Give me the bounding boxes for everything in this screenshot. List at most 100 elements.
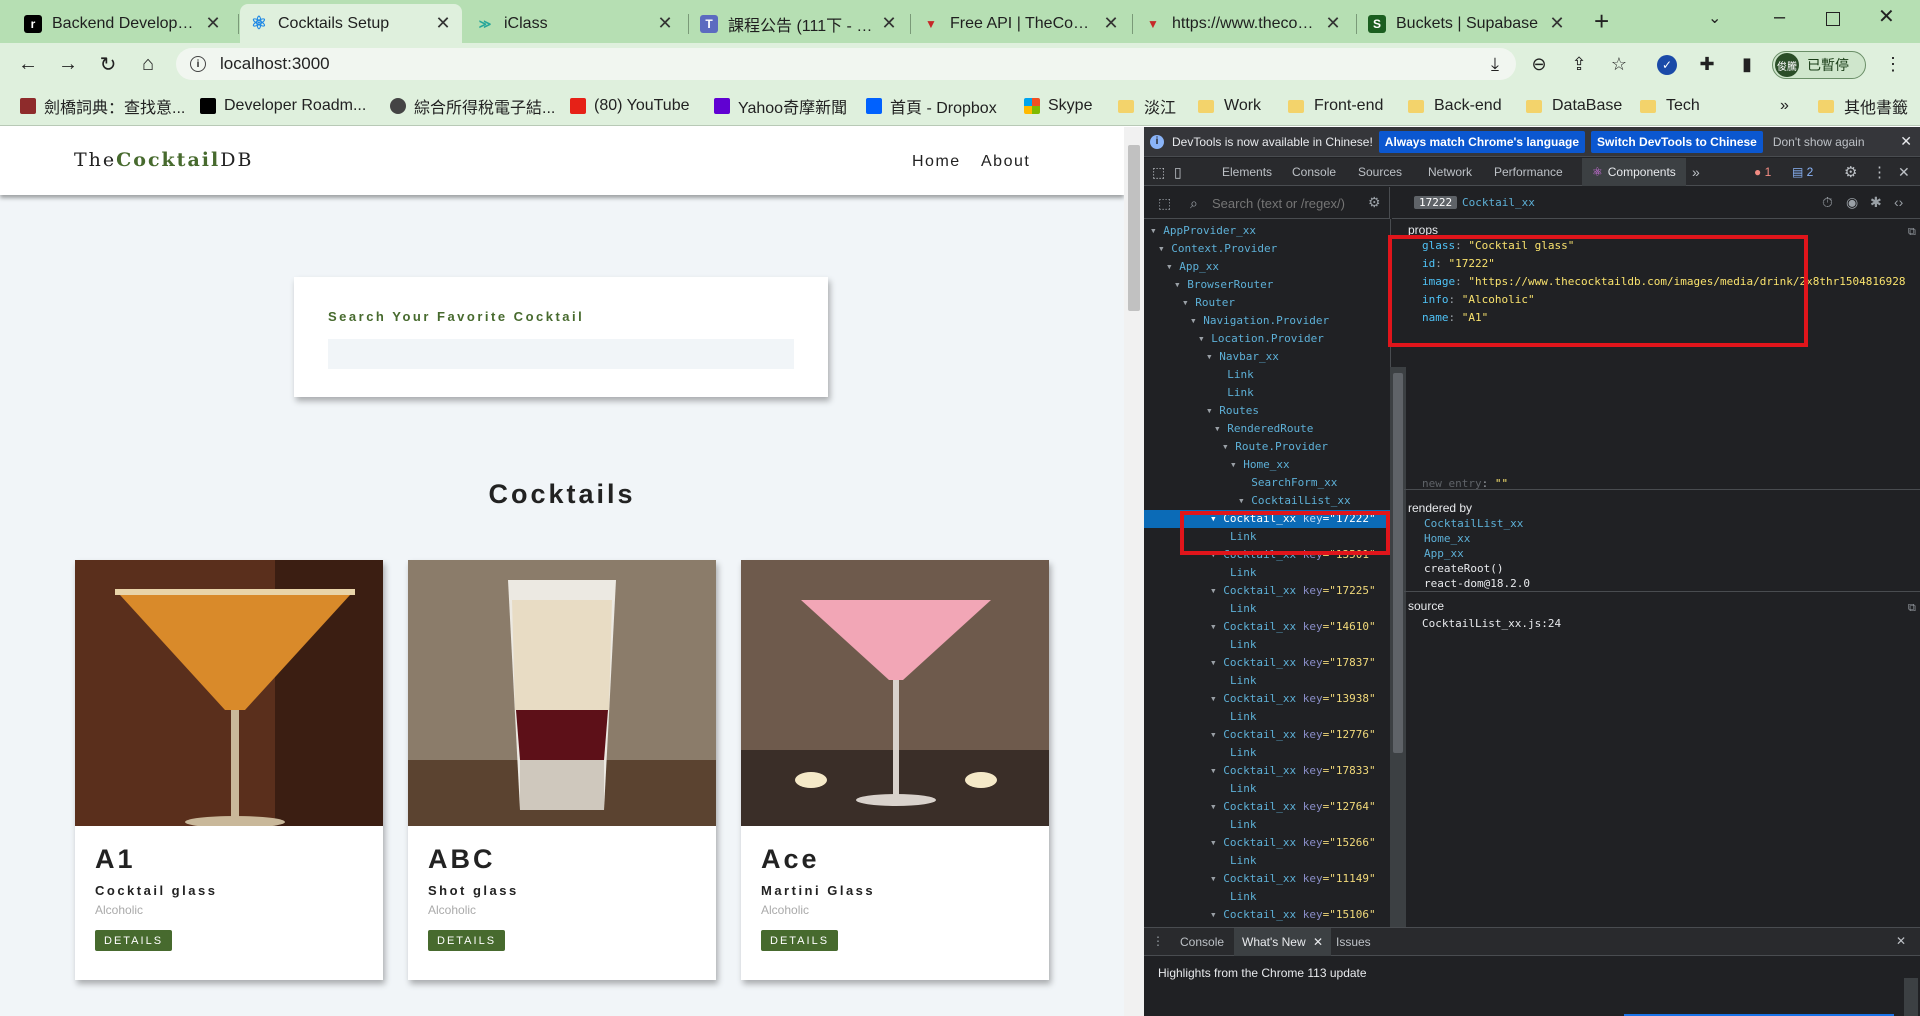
close-tab-icon[interactable]: ✕	[880, 13, 898, 34]
bookmark-item[interactable]: (80) YouTube	[570, 94, 689, 118]
close-tab-icon[interactable]: ✕	[1548, 13, 1566, 34]
other-bookmarks[interactable]: 其他書籤	[1818, 94, 1908, 118]
expand-arrow-icon[interactable]: ▾	[1174, 278, 1187, 291]
bookmark-item[interactable]: Skype	[1024, 94, 1092, 118]
share-icon[interactable]: ⇪	[1564, 43, 1594, 86]
tree-node[interactable]: SearchForm_xx	[1238, 474, 1337, 492]
tree-node-cocktail[interactable]: ▾ Cocktail_xx key="12764"	[1210, 798, 1376, 816]
details-button[interactable]: DETAILS	[761, 930, 839, 951]
minimize-icon[interactable]: –	[1774, 6, 1785, 29]
expand-arrow-icon[interactable]: ▾	[1158, 242, 1171, 255]
bookmark-item[interactable]: Developer Roadm...	[200, 94, 366, 118]
details-button[interactable]: DETAILS	[428, 930, 506, 951]
tree-node[interactable]: ▾ Context.Provider	[1158, 240, 1277, 258]
close-tab-icon[interactable]: ✕	[204, 13, 222, 34]
tree-node[interactable]: ▾ Routes	[1206, 402, 1259, 420]
profile-button[interactable]: 俊騰 已暫停	[1772, 51, 1866, 79]
reload-icon[interactable]: ↻	[90, 43, 126, 86]
component-search-input[interactable]	[1212, 193, 1352, 213]
expand-arrow-icon[interactable]: ▾	[1210, 656, 1223, 669]
browser-tab[interactable]: ▼ Free API | TheCocktailDB ✕	[912, 4, 1130, 43]
switch-to-chinese-button[interactable]: Switch DevTools to Chinese	[1591, 130, 1763, 153]
page-scrollbar-thumb[interactable]	[1128, 145, 1140, 311]
expand-arrow-icon[interactable]: ▾	[1214, 422, 1227, 435]
expand-arrow-icon[interactable]: ▾	[1210, 908, 1223, 921]
message-count-badge[interactable]: ▤ 2	[1792, 158, 1813, 186]
tree-node-cocktail[interactable]: ▾ Cocktail_xx key="11149"	[1210, 870, 1376, 888]
close-banner-icon[interactable]: ✕	[1900, 133, 1912, 150]
tree-node-cocktail[interactable]: ▾ Cocktail_xx key="17837"	[1210, 654, 1376, 672]
tab-components[interactable]: ⚛ Components	[1582, 158, 1686, 186]
drawer-menu-icon[interactable]: ⋮	[1152, 934, 1164, 948]
browser-tab[interactable]: S Buckets | Supabase ✕	[1358, 4, 1576, 43]
tree-node-cocktail[interactable]: ▾ Cocktail_xx key="13938"	[1210, 690, 1376, 708]
site-info-icon[interactable]: i	[190, 56, 206, 72]
tree-node[interactable]: ▾ Home_xx	[1230, 456, 1290, 474]
tree-node[interactable]: Link	[1230, 672, 1257, 690]
source-value[interactable]: CocktailList_xx.js:24	[1422, 615, 1561, 633]
new-entry-row[interactable]: new entry: ""	[1422, 475, 1508, 493]
tree-node-cocktail[interactable]: ▾ Cocktail_xx key="17833"	[1210, 762, 1376, 780]
extensions-puzzle-icon[interactable]: ✚	[1692, 43, 1722, 86]
tree-node[interactable]: Link	[1230, 744, 1257, 762]
drawer-tab-whats-new[interactable]: What's New ✕	[1234, 928, 1332, 956]
expand-arrow-icon[interactable]: ▾	[1238, 494, 1251, 507]
expand-arrow-icon[interactable]: ▾	[1182, 296, 1195, 309]
drawer-tab-issues[interactable]: Issues	[1336, 935, 1371, 949]
tree-node[interactable]: Link	[1214, 366, 1254, 384]
tree-node-cocktail[interactable]: ▾ Cocktail_xx key="14610"	[1210, 618, 1376, 636]
tree-node[interactable]: ▾ AppProvider_xx	[1150, 222, 1256, 240]
settings-gear-icon[interactable]: ⚙	[1844, 158, 1857, 186]
expand-arrow-icon[interactable]	[1214, 386, 1227, 399]
close-icon[interactable]: ✕	[1313, 935, 1323, 949]
expand-arrow-icon[interactable]: ▾	[1198, 332, 1211, 345]
dont-show-again-button[interactable]: Don't show again	[1773, 135, 1865, 149]
tree-node[interactable]: ▾ Navbar_xx	[1206, 348, 1279, 366]
eye-icon[interactable]: ◉	[1846, 194, 1858, 211]
home-icon[interactable]: ⌂	[130, 43, 166, 86]
view-source-icon[interactable]: ‹›	[1894, 194, 1903, 210]
tree-node[interactable]: Link	[1230, 708, 1257, 726]
select-component-icon[interactable]: ⬚	[1158, 195, 1171, 212]
devtools-menu-icon[interactable]: ⋮	[1872, 158, 1887, 186]
bookmark-folder[interactable]: Tech	[1640, 94, 1700, 118]
tree-node-cocktail[interactable]: ▾ Cocktail_xx key="15266"	[1210, 834, 1376, 852]
drawer-tab-console[interactable]: Console	[1180, 935, 1224, 949]
browser-tab[interactable]: ▼ https://www.thecocktaildb ✕	[1134, 4, 1352, 43]
close-tab-icon[interactable]: ✕	[434, 13, 452, 34]
extension-check-icon[interactable]: ✓	[1652, 43, 1682, 86]
close-tab-icon[interactable]: ✕	[1102, 13, 1120, 34]
error-count-badge[interactable]: ● 1	[1754, 158, 1771, 186]
expand-arrow-icon[interactable]: ▾	[1210, 836, 1223, 849]
expand-arrow-icon[interactable]: ▾	[1166, 260, 1179, 273]
device-toolbar-icon[interactable]: ▯	[1174, 158, 1182, 186]
tree-node[interactable]: ▾ Route.Provider	[1222, 438, 1328, 456]
bookmark-folder[interactable]: Back-end	[1408, 94, 1502, 118]
expand-arrow-icon[interactable]: ▾	[1210, 584, 1223, 597]
tab-elements[interactable]: Elements	[1222, 158, 1272, 186]
expand-arrow-icon[interactable]	[1238, 476, 1251, 489]
close-drawer-icon[interactable]: ✕	[1896, 934, 1906, 948]
tree-node[interactable]: Link	[1230, 780, 1257, 798]
tree-node[interactable]: ▾ RenderedRoute	[1214, 420, 1313, 438]
bookmark-item[interactable]: 首頁 - Dropbox	[866, 94, 997, 118]
restore-icon[interactable]	[1826, 12, 1840, 26]
expand-arrow-icon[interactable]: ▾	[1206, 350, 1219, 363]
forward-icon[interactable]: →	[50, 43, 86, 86]
tree-node[interactable]: Link	[1230, 600, 1257, 618]
nav-link-home[interactable]: Home	[912, 153, 961, 171]
tree-node[interactable]: ▾ CocktailList_xx	[1238, 492, 1351, 510]
inspect-element-icon[interactable]: ⬚	[1152, 158, 1165, 186]
expand-arrow-icon[interactable]: ▾	[1210, 692, 1223, 705]
zoom-icon[interactable]: ⊖	[1524, 43, 1554, 86]
tab-network[interactable]: Network	[1428, 158, 1472, 186]
bug-icon[interactable]: ✱	[1870, 194, 1882, 211]
bookmark-folder[interactable]: 淡江	[1118, 94, 1176, 118]
expand-arrow-icon[interactable]: ▾	[1210, 764, 1223, 777]
tab-console[interactable]: Console	[1292, 158, 1336, 186]
tree-scrollbar-thumb[interactable]	[1393, 373, 1403, 753]
expand-arrow-icon[interactable]: ▾	[1210, 800, 1223, 813]
new-tab-button[interactable]: +	[1594, 6, 1609, 37]
tree-node[interactable]: Link	[1230, 888, 1257, 906]
close-tab-icon[interactable]: ✕	[656, 13, 674, 34]
